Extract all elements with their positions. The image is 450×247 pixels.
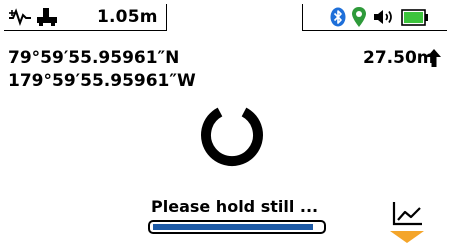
graph-icon[interactable] [386,200,426,244]
up-arrow-icon [427,49,441,67]
gps-pin-icon [352,7,366,27]
locator-screen: 1.05m 79°59′55.95961″N 179°59′55.95961″W… [0,0,450,247]
status-bar-right [302,4,447,31]
progress-fill [153,224,313,230]
spinner-icon [201,107,263,166]
signal-mode-icon [9,8,31,26]
depth-readout: 1.05m [97,7,158,27]
battery-icon [401,9,428,26]
probe-icon [37,8,57,26]
progress-bar [148,220,326,234]
latitude-readout: 79°59′55.95961″N [8,48,180,68]
bluetooth-icon [330,7,346,27]
volume-icon [374,10,392,24]
height-readout: 27.50m [363,48,435,68]
status-message: Please hold still ... [151,197,319,216]
longitude-readout: 179°59′55.95961″W [8,71,196,91]
status-bar-left: 1.05m [4,4,167,31]
